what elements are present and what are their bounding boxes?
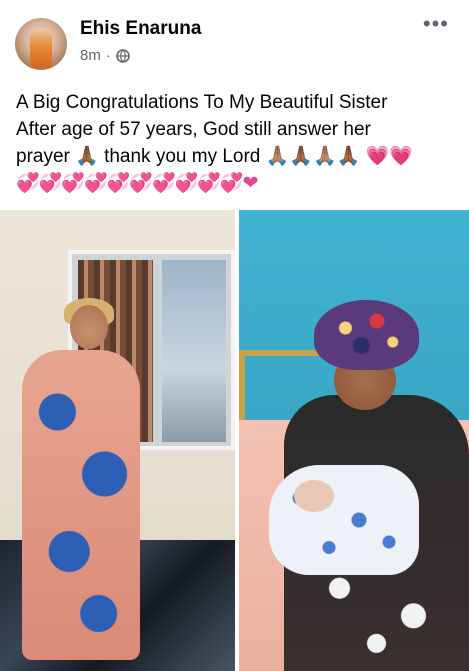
avatar-figure — [30, 28, 52, 68]
post-photo-right[interactable] — [239, 210, 469, 671]
meta-separator: · — [105, 47, 111, 64]
post-meta: 8m · — [80, 47, 130, 64]
photo-right-baby-face — [294, 480, 334, 512]
post-text-line-3b-hearts: 💗💗 — [365, 146, 413, 167]
post-text: A Big Congratulations To My Beautiful Si… — [16, 89, 456, 197]
author-avatar[interactable] — [15, 18, 67, 70]
post-text-line-3a: prayer 🙏🏾 thank you my Lord 🙏🏽🙏🏾🙏🏽🙏🏾 — [16, 146, 366, 167]
photo-left-head — [70, 305, 108, 349]
globe-icon[interactable] — [116, 48, 130, 63]
post-photo-left[interactable] — [0, 210, 235, 671]
post-text-line-1: A Big Congratulations To My Beautiful Si… — [16, 92, 388, 113]
post-text-line-2: After age of 57 years, God still answer … — [16, 119, 371, 140]
photo-right-cap — [314, 300, 419, 370]
author-name[interactable]: Ehis Enaruna — [80, 18, 201, 40]
photo-left-glass — [162, 260, 226, 442]
post-time[interactable]: 8m — [80, 47, 101, 64]
post-header: Ehis Enaruna 8m · ••• — [0, 0, 469, 78]
photo-right-baby-blanket — [269, 465, 419, 575]
post-text-hearts: 💞💞💞💞💞💞💞💞💞💞❤ — [16, 173, 259, 194]
post-text-line-3: prayer 🙏🏾 thank you my Lord 🙏🏽🙏🏾🙏🏽🙏🏾 💗💗 — [16, 143, 456, 170]
more-options-icon[interactable]: ••• — [423, 13, 449, 35]
photo-left-dress — [22, 350, 140, 660]
